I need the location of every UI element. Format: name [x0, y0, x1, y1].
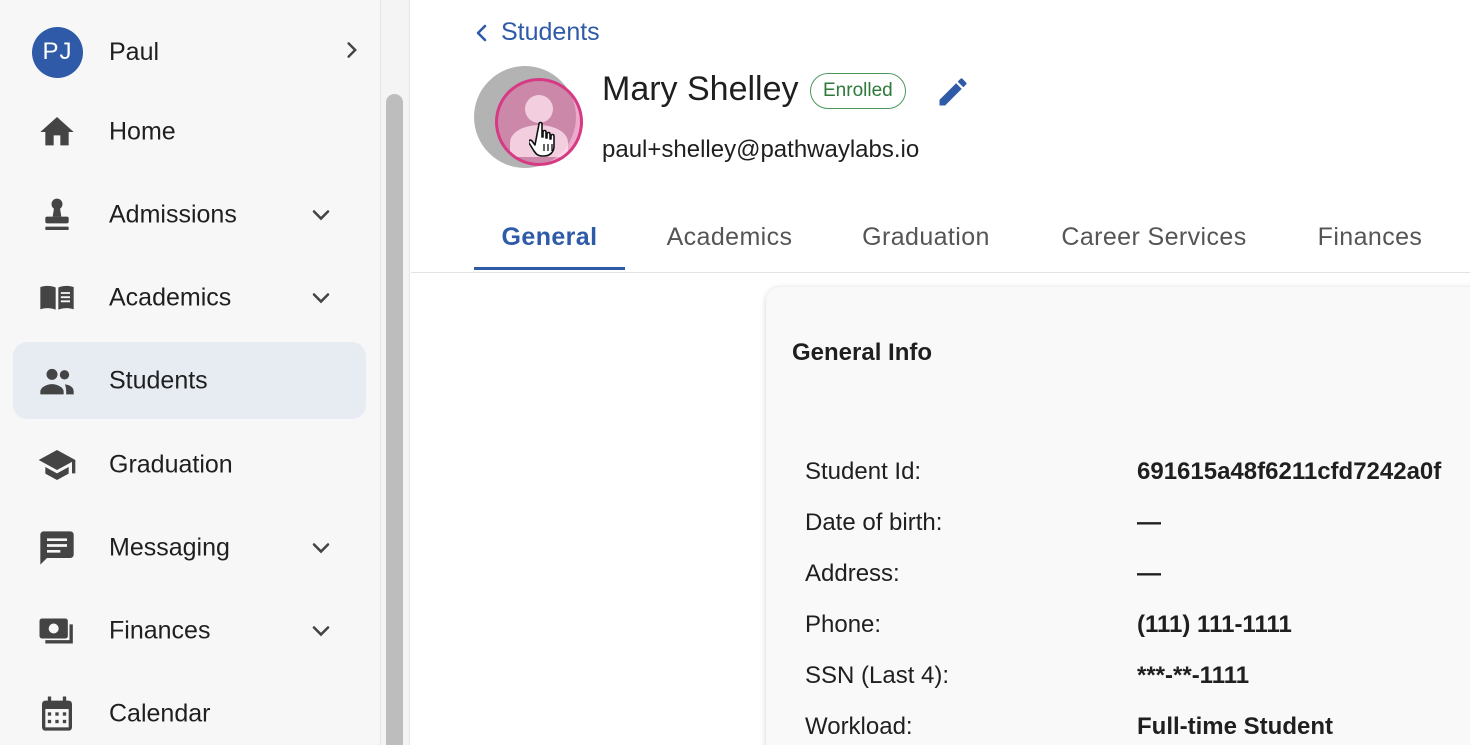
- chevron-left-icon: [476, 24, 487, 41]
- sidebar-item-label: Graduation: [109, 450, 233, 478]
- sidebar-item-label: Home: [109, 117, 176, 145]
- back-link[interactable]: Students: [473, 18, 600, 47]
- user-name: Paul: [109, 37, 160, 66]
- field-value-dob: —: [1137, 509, 1161, 536]
- field-label-ssn: SSN (Last 4):: [805, 662, 950, 689]
- tab-graduation[interactable]: Graduation: [841, 202, 1011, 272]
- sidebar-item-academics[interactable]: Academics: [13, 259, 366, 336]
- sidebar-item-label: Students: [109, 366, 208, 394]
- sidebar-item-students[interactable]: Students: [13, 342, 366, 419]
- student-name: Mary Shelley: [602, 70, 799, 108]
- edit-pencil-icon[interactable]: [935, 74, 971, 110]
- student-detail-panel: Students Mary Shelley Enrolled paul+shel…: [411, 0, 1470, 745]
- general-info-card: General Info Student Id: 691615a48f6211c…: [766, 287, 1470, 745]
- field-label-dob: Date of birth:: [805, 509, 943, 536]
- message-icon: [40, 530, 74, 565]
- sidebar-item-home[interactable]: Home: [13, 93, 366, 170]
- graduation-cap-icon: [38, 449, 76, 480]
- sidebar-item-graduation[interactable]: Graduation: [13, 426, 366, 503]
- home-icon: [40, 116, 74, 145]
- tab-general[interactable]: General: [474, 202, 625, 272]
- student-email: paul+shelley@pathwaylabs.io: [602, 136, 920, 163]
- avatar: PJ: [32, 26, 83, 78]
- sidebar-item-label: Calendar: [109, 699, 211, 727]
- hand-cursor-icon: [529, 121, 555, 157]
- active-tab-indicator: [474, 267, 625, 270]
- field-value-ssn: ***-**-1111: [1137, 662, 1250, 689]
- field-value-workload: Full-time Student: [1137, 713, 1333, 740]
- chevron-down-icon: [312, 542, 330, 553]
- field-label-workload: Workload:: [805, 713, 913, 740]
- sidebar-item-label: Finances: [109, 616, 211, 644]
- tab-academics[interactable]: Academics: [651, 202, 808, 272]
- status-badge: Enrolled: [810, 73, 906, 109]
- field-value-address: —: [1137, 560, 1161, 587]
- sidebar-item-admissions[interactable]: Admissions: [13, 176, 366, 253]
- sidebar-item-label: Admissions: [109, 200, 237, 228]
- profile-tabs: General Academics Graduation Career Serv…: [411, 202, 1470, 273]
- sidebar: PJ Paul Home Admissions Academics Studen…: [0, 0, 410, 745]
- card-title: General Info: [792, 339, 933, 366]
- chevron-down-icon: [312, 292, 330, 303]
- chevron-down-icon: [312, 209, 330, 220]
- people-icon: [40, 368, 74, 394]
- calendar-icon: [42, 696, 72, 731]
- sidebar-item-calendar[interactable]: Calendar: [13, 675, 366, 745]
- sidebar-item-messaging[interactable]: Messaging: [13, 509, 366, 586]
- field-label-student-id: Student Id:: [805, 458, 922, 485]
- sidebar-scrollbar-thumb[interactable]: [386, 94, 403, 745]
- stamp-icon: [45, 198, 69, 230]
- tab-career-services[interactable]: Career Services: [1043, 202, 1265, 272]
- user-menu[interactable]: PJ Paul: [0, 24, 380, 80]
- field-value-phone: (111) 111-1111: [1137, 611, 1292, 638]
- sidebar-item-label: Academics: [109, 283, 232, 311]
- sidebar-item-finances[interactable]: Finances: [13, 592, 366, 669]
- app-root: PJ Paul Home Admissions Academics Studen…: [0, 0, 1470, 745]
- chevron-right-icon[interactable]: [340, 38, 364, 62]
- book-icon: [40, 285, 74, 310]
- field-label-address: Address:: [805, 560, 900, 587]
- chevron-down-icon: [312, 625, 330, 636]
- tab-finances[interactable]: Finances: [1299, 202, 1441, 272]
- sidebar-item-label: Messaging: [109, 533, 230, 561]
- field-label-phone: Phone:: [805, 611, 882, 638]
- back-link-label: Students: [501, 18, 600, 46]
- field-value-student-id: 691615a48f6211cfd7242a0f: [1137, 458, 1442, 485]
- money-icon: [39, 618, 73, 643]
